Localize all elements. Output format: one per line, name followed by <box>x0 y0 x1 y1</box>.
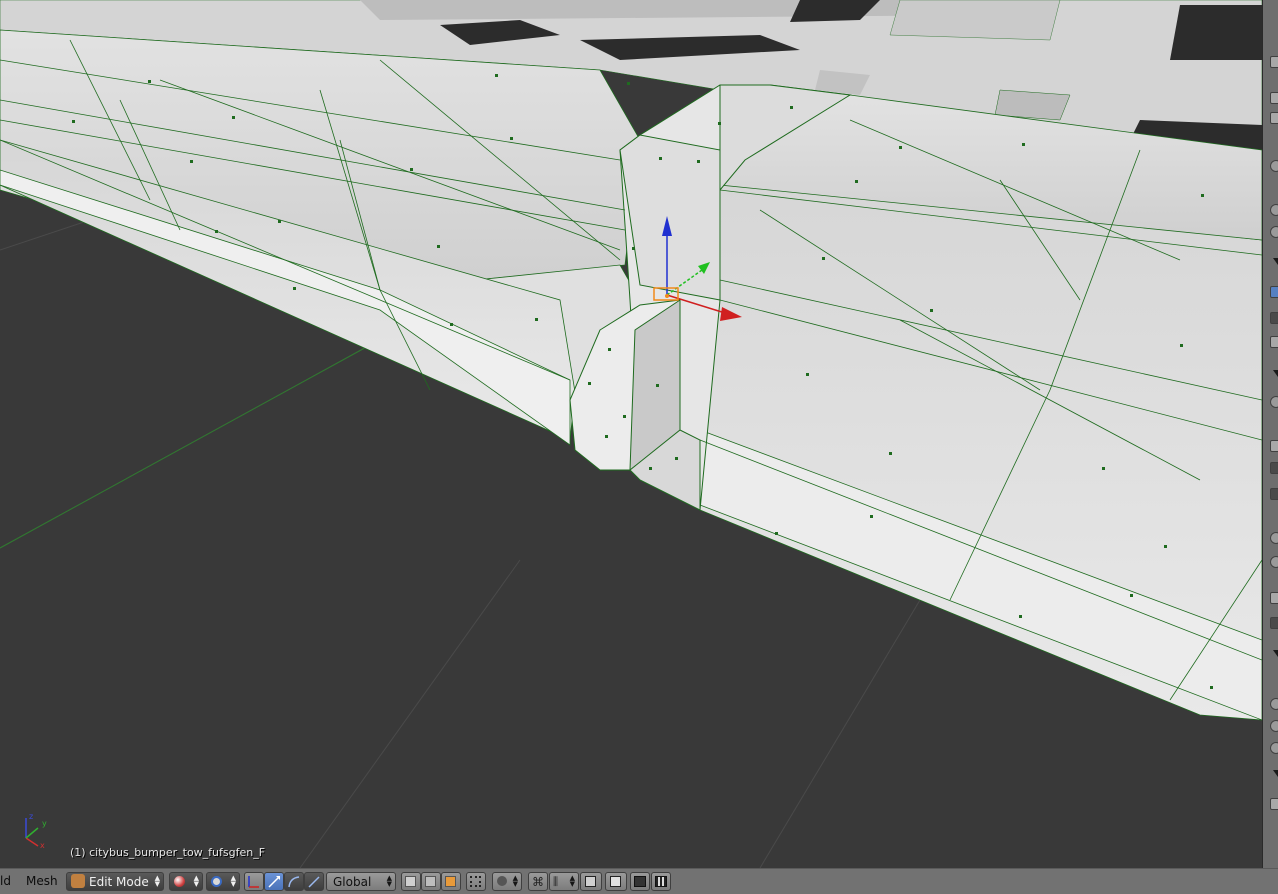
vertex-select-button[interactable] <box>401 872 421 891</box>
shading-sphere-icon <box>174 876 185 887</box>
panel-slider[interactable] <box>1270 396 1278 408</box>
3d-viewport[interactable]: z y x (1) citybus_bumper_tow_fufsgfen_F <box>0 0 1262 868</box>
tool-shelf-edge[interactable] <box>1262 0 1278 868</box>
extra-manipulator-button[interactable] <box>304 872 324 891</box>
edge-select-icon <box>425 876 436 887</box>
panel-button[interactable] <box>1270 798 1278 810</box>
snap-element-selector[interactable]: ⫼ ▲ ▼ <box>549 872 579 891</box>
mode-selector[interactable]: Edit Mode ▲ ▼ <box>66 872 164 891</box>
render-animation-icon <box>655 876 667 887</box>
translate-manipulator-icon <box>248 876 259 888</box>
orientation-label: Global <box>333 875 372 889</box>
axis-x-label: x <box>40 841 45 850</box>
collapse-triangle-icon[interactable] <box>1273 258 1278 265</box>
occlude-icon <box>470 876 481 887</box>
snap-element-icon: ⫼ <box>553 875 559 888</box>
axis-z-label: z <box>29 812 33 821</box>
mesh-scene[interactable] <box>0 0 1262 868</box>
render-still-icon <box>634 876 646 887</box>
mesh-menu[interactable]: Mesh <box>26 874 58 888</box>
axis-y-label: y <box>42 819 47 828</box>
panel-slider[interactable] <box>1270 204 1278 216</box>
proportional-edit-selector[interactable]: ▲ ▼ <box>492 872 522 891</box>
scale-manipulator-button[interactable] <box>284 872 304 891</box>
object-info-label: (1) citybus_bumper_tow_fufsgfen_F <box>70 846 266 859</box>
translate-manipulator-button[interactable] <box>244 872 264 891</box>
pivot-point-icon <box>211 876 222 887</box>
panel-slider[interactable] <box>1270 720 1278 732</box>
panel-button[interactable] <box>1270 440 1278 452</box>
panel-slider[interactable] <box>1270 742 1278 754</box>
render-still-button[interactable] <box>630 872 650 891</box>
collapse-triangle-icon[interactable] <box>1273 650 1278 657</box>
panel-slider[interactable] <box>1270 532 1278 544</box>
view-menu[interactable]: ld <box>0 874 11 888</box>
viewport-shading-selector[interactable]: ▲ ▼ <box>169 872 203 891</box>
axis-navigation-widget: z y x <box>18 810 58 850</box>
rotate-manipulator-button[interactable] <box>264 872 284 891</box>
snap-toggle-icon: ⌘ <box>532 875 544 889</box>
updown-arrows-icon: ▲ ▼ <box>512 874 518 888</box>
panel-slider[interactable] <box>1270 226 1278 238</box>
snap-target-icon <box>585 876 596 887</box>
panel-button[interactable] <box>1270 92 1278 104</box>
collapse-triangle-icon[interactable] <box>1273 770 1278 777</box>
occlude-toggle[interactable] <box>466 872 486 891</box>
bumper-right <box>699 94 1262 721</box>
viewport-header: ld Mesh Edit Mode ▲▼ ▲▼ ▲▼ Global ▲▼ <box>0 868 1278 894</box>
x-axis-line <box>0 343 373 549</box>
edge-select-button[interactable] <box>421 872 441 891</box>
panel-slider[interactable] <box>1270 160 1278 172</box>
render-animation-button[interactable] <box>651 872 671 891</box>
snap-toggle[interactable]: ⌘ <box>528 872 548 891</box>
proportional-edit-icon <box>497 876 507 886</box>
snap-target-button[interactable] <box>580 872 602 891</box>
rotate-manipulator-icon <box>268 876 280 888</box>
face-select-icon <box>445 876 456 887</box>
updown-arrows-icon: ▲ ▼ <box>230 874 236 888</box>
panel-button[interactable] <box>1270 56 1278 68</box>
vertex-select-icon <box>405 876 416 887</box>
transform-orientation-selector[interactable]: Global ▲ ▼ <box>326 872 396 891</box>
copy-icon <box>610 876 621 887</box>
panel-button[interactable] <box>1270 336 1278 348</box>
pivot-point-selector[interactable]: ▲ ▼ <box>206 872 240 891</box>
updown-arrows-icon: ▲ ▼ <box>154 874 160 888</box>
mode-label: Edit Mode <box>89 875 149 889</box>
panel-button[interactable] <box>1270 112 1278 124</box>
scale-manipulator-icon <box>288 876 300 888</box>
active-toggle[interactable] <box>1270 286 1278 298</box>
panel-slider[interactable] <box>1270 698 1278 710</box>
copy-button[interactable] <box>605 872 627 891</box>
panel-button[interactable] <box>1270 592 1278 604</box>
edit-mode-icon <box>71 874 85 888</box>
updown-arrows-icon: ▲ ▼ <box>386 874 392 888</box>
panel-slider[interactable] <box>1270 556 1278 568</box>
updown-arrows-icon: ▲ ▼ <box>193 874 199 888</box>
pen-icon <box>308 876 320 888</box>
face-select-button[interactable] <box>441 872 461 891</box>
collapse-triangle-icon[interactable] <box>1273 370 1278 377</box>
updown-arrows-icon: ▲ ▼ <box>569 874 575 888</box>
edit-toggle[interactable] <box>1270 312 1278 324</box>
panel-button[interactable] <box>1270 617 1278 629</box>
panel-button[interactable] <box>1270 462 1278 474</box>
panel-button[interactable] <box>1270 488 1278 500</box>
